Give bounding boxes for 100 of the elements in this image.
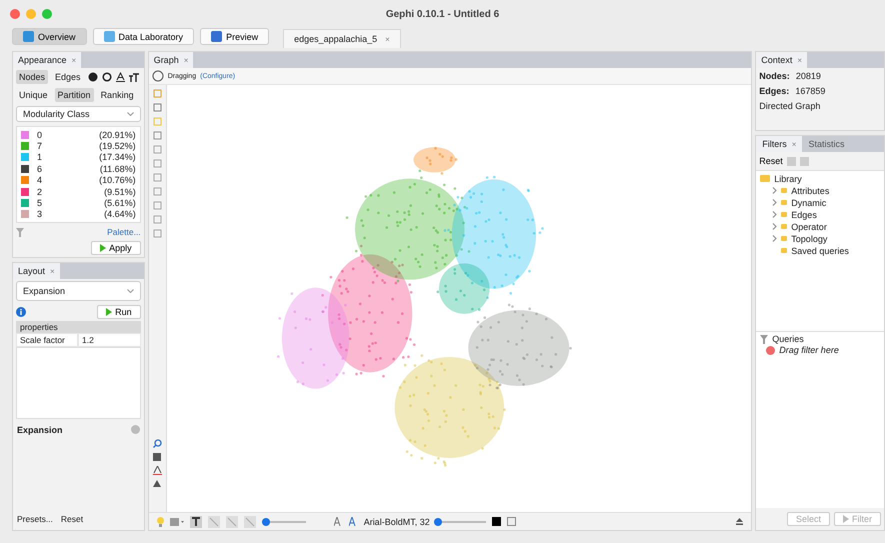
filter-icon bbox=[760, 334, 768, 344]
play-icon bbox=[100, 244, 106, 252]
property-name: Scale factor bbox=[16, 333, 78, 348]
text-size-icon[interactable] bbox=[128, 72, 139, 82]
slider-thumb[interactable] bbox=[262, 518, 270, 526]
panel-tab[interactable]: Filters × bbox=[756, 136, 802, 152]
ring-icon[interactable] bbox=[102, 72, 112, 82]
element-tab[interactable]: Edges bbox=[52, 70, 84, 84]
panel-tab[interactable]: Context × bbox=[756, 52, 807, 68]
tree-item[interactable]: Attributes bbox=[791, 186, 830, 196]
workspace-tab[interactable]: Preview bbox=[200, 28, 270, 45]
edge-style-icon[interactable] bbox=[244, 516, 256, 528]
property-value[interactable]: 1.2 bbox=[78, 333, 141, 348]
filter-icon[interactable] bbox=[16, 228, 24, 237]
apply-button[interactable]: Apply bbox=[91, 241, 141, 256]
panel-tab[interactable]: Layout × bbox=[13, 263, 60, 280]
folder-icon bbox=[781, 188, 788, 193]
color-swatch[interactable] bbox=[21, 153, 29, 162]
partition-label: 0 bbox=[37, 130, 44, 140]
mode-tab[interactable]: Partition bbox=[54, 88, 94, 102]
partition-percent: (10.76%) bbox=[99, 175, 136, 186]
font-label[interactable]: Arial-BoldMT, 32 bbox=[364, 516, 430, 526]
layout-dropdown[interactable]: Expansion bbox=[16, 281, 141, 302]
text-icon[interactable] bbox=[190, 516, 202, 528]
expand-icon[interactable] bbox=[772, 211, 778, 218]
text-color-icon[interactable] bbox=[152, 466, 162, 475]
chevron-down-icon bbox=[126, 112, 134, 116]
presets-link[interactable]: Presets... bbox=[17, 514, 53, 524]
drop-hint: Drag filter here bbox=[779, 345, 839, 355]
tree-item[interactable]: Edges bbox=[791, 210, 817, 220]
workspace-tab[interactable]: Overview bbox=[12, 28, 87, 45]
tree-item[interactable]: Saved queries bbox=[791, 246, 849, 256]
partition-label: 7 bbox=[37, 141, 44, 152]
text-color-icon[interactable] bbox=[116, 72, 125, 82]
square-icon[interactable] bbox=[153, 453, 162, 461]
panel-tab[interactable]: Appearance × bbox=[13, 52, 82, 68]
stat-value: 167859 bbox=[795, 86, 826, 96]
play-icon bbox=[843, 515, 849, 523]
partition-percent: (5.61%) bbox=[104, 198, 136, 208]
color-swatch[interactable] bbox=[21, 188, 29, 196]
document-tab-label: edges_appalachia_5 bbox=[294, 34, 378, 44]
info-icon[interactable] bbox=[16, 307, 26, 318]
properties-section[interactable]: properties bbox=[16, 321, 141, 334]
lightbulb-icon[interactable] bbox=[156, 516, 164, 526]
mode-tab[interactable]: Unique bbox=[16, 88, 51, 102]
color-swatch[interactable] bbox=[21, 210, 29, 218]
attribute-dropdown[interactable]: Modularity Class bbox=[16, 106, 141, 122]
triangle-icon[interactable] bbox=[153, 480, 162, 487]
description-title: Expansion bbox=[17, 424, 63, 435]
tree-item[interactable]: Dynamic bbox=[791, 198, 826, 208]
expand-icon[interactable] bbox=[772, 187, 778, 194]
partition-label: 1 bbox=[37, 152, 44, 162]
expand-icon[interactable] bbox=[772, 235, 778, 242]
tree-item[interactable]: Topology bbox=[791, 234, 828, 244]
stat-label: Edges: bbox=[759, 86, 790, 96]
panel-tab[interactable]: Graph × bbox=[148, 52, 194, 68]
workspace-tab[interactable]: Data Laboratory bbox=[92, 28, 194, 45]
run-button[interactable]: Run bbox=[97, 305, 141, 320]
eject-icon[interactable] bbox=[736, 518, 744, 525]
panel-title: Graph bbox=[154, 55, 179, 65]
partition-label: 5 bbox=[37, 198, 44, 208]
partition-label: 3 bbox=[37, 209, 44, 220]
edge-style-icon[interactable] bbox=[208, 516, 220, 528]
tree-item[interactable]: Library bbox=[774, 174, 802, 184]
reset-link[interactable]: Reset bbox=[60, 514, 84, 524]
partition-percent: (4.64%) bbox=[104, 209, 136, 220]
slider-thumb[interactable] bbox=[434, 518, 442, 526]
color-swatch[interactable] bbox=[21, 164, 29, 173]
expand-icon[interactable] bbox=[772, 199, 778, 206]
partition-percent: (19.52%) bbox=[99, 141, 136, 152]
panel-title: Statistics bbox=[808, 139, 844, 149]
element-tab[interactable]: Nodes bbox=[16, 70, 48, 84]
panel-tab[interactable]: Statistics bbox=[802, 136, 850, 152]
font-size-icon[interactable] bbox=[348, 517, 358, 526]
mode-tab[interactable]: Ranking bbox=[98, 88, 137, 102]
palette-link[interactable]: Palette... bbox=[107, 227, 141, 238]
play-icon bbox=[106, 308, 112, 316]
font-size-icon[interactable] bbox=[334, 517, 343, 526]
folder-icon bbox=[781, 224, 788, 229]
color-swatch[interactable] bbox=[21, 130, 29, 139]
color-swatch[interactable] bbox=[21, 176, 29, 184]
folder-icon bbox=[781, 212, 788, 217]
color-swatch[interactable] bbox=[21, 199, 29, 208]
chevron-down-icon bbox=[126, 289, 134, 294]
zoom-icon[interactable] bbox=[152, 439, 162, 448]
partition-percent: (17.34%) bbox=[99, 152, 136, 162]
graph-type: Directed Graph bbox=[759, 101, 820, 111]
partition-label: 2 bbox=[37, 186, 44, 197]
stat-value: 20819 bbox=[796, 71, 821, 81]
close-window-button[interactable] bbox=[10, 9, 20, 19]
stat-label: Nodes: bbox=[759, 71, 790, 81]
partition-label: 4 bbox=[37, 175, 44, 186]
tree-item[interactable]: Operator bbox=[791, 222, 827, 232]
reset-button[interactable]: Reset bbox=[759, 154, 783, 168]
expand-icon[interactable] bbox=[772, 223, 778, 230]
color-swatch[interactable] bbox=[21, 142, 29, 150]
document-tab[interactable]: edges_appalachia_5 × bbox=[283, 29, 401, 48]
edge-style-icon[interactable] bbox=[226, 516, 238, 528]
folder-icon bbox=[781, 248, 788, 253]
zoom-window-button[interactable] bbox=[42, 9, 52, 19]
